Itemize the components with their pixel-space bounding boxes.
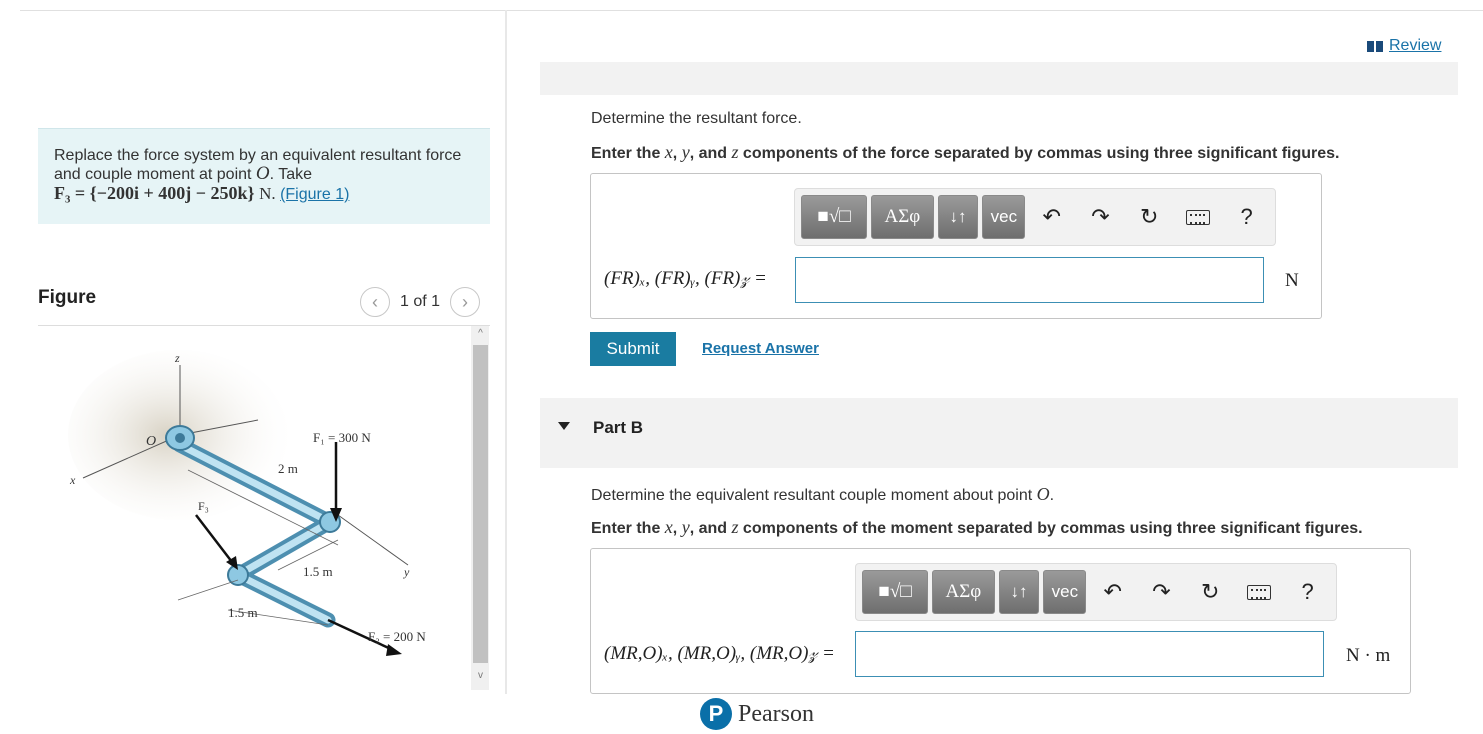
prev-figure-button[interactable]: ‹ (360, 287, 390, 317)
part-b-question-pre: Determine the equivalent resultant coupl… (591, 487, 1037, 504)
scroll-up-arrow[interactable]: ^ (473, 328, 488, 342)
force-equation: F₃ = {−200i + 400j − 250k} (54, 183, 255, 203)
part-a-answer-input[interactable] (795, 257, 1264, 303)
instr-b-x: x (664, 517, 673, 537)
figure-image: z x y O F₁ = 300 N F₂ = 200 N F₃ 2 m 1.5… (38, 330, 470, 690)
redo-icon[interactable]: ↷ (1078, 195, 1123, 239)
instr-a-x: x (664, 142, 673, 162)
part-b-unit: N · m (1346, 645, 1391, 666)
force-f2-head (386, 644, 402, 656)
scroll-down-arrow[interactable]: v (473, 670, 488, 684)
problem-line-2: and couple moment at point O. Take (54, 163, 474, 184)
pager-count: 1 of 1 (400, 293, 441, 310)
figure-title: Figure (38, 287, 97, 308)
part-b-question-point: O (1036, 484, 1050, 504)
pearson-logo-icon: P (700, 698, 732, 730)
part-a-question: Determine the resultant force. (591, 110, 802, 127)
part-b-question: Determine the equivalent resultant coupl… (591, 484, 1054, 505)
instr-b-post: components of the moment separated by co… (738, 520, 1363, 537)
part-a-answer-label: (FR)ₓ, (FR)ᵧ, (FR)𝓏 = (604, 268, 767, 289)
undo-icon[interactable]: ↶ (1090, 570, 1135, 614)
keyboard-icon[interactable] (1176, 195, 1221, 239)
book-icon (1367, 40, 1383, 52)
label-origin: O (146, 434, 156, 449)
figure-link[interactable]: (Figure 1) (280, 186, 349, 203)
scrollbar-thumb[interactable] (473, 345, 488, 663)
help-button[interactable]: ? (1224, 195, 1269, 239)
collapse-triangle-icon[interactable] (558, 422, 570, 430)
reset-icon[interactable]: ↻ (1188, 570, 1233, 614)
problem-line-2-suffix: . Take (269, 166, 313, 183)
label-f3: F₃ (198, 499, 209, 513)
part-b-math-toolbar: ■√□ ΑΣφ ↓↑ vec ↶ ↷ ↻ ? (855, 563, 1337, 621)
part-b-title[interactable]: Part B (593, 418, 643, 438)
part-b-answer-label: (MR,O)ₓ, (MR,O)ᵧ, (MR,O)𝓏 = (604, 643, 835, 664)
figure-rule (38, 325, 490, 326)
part-a-math-toolbar: ■√□ ΑΣφ ↓↑ vec ↶ ↷ ↻ ? (794, 188, 1276, 246)
part-b-header-band[interactable] (540, 398, 1458, 468)
part-a-header-band (540, 62, 1458, 95)
label-y: y (403, 565, 410, 579)
top-border (20, 10, 1483, 11)
pearson-brand[interactable]: P Pearson (700, 698, 814, 730)
vec-button[interactable]: vec (982, 195, 1026, 239)
sort-button-b[interactable]: ↓↑ (998, 570, 1040, 614)
label-dim-1-5m-b: 1.5 m (228, 605, 258, 620)
help-button-b[interactable]: ? (1285, 570, 1330, 614)
next-figure-button[interactable]: › (450, 287, 481, 317)
undo-icon[interactable]: ↶ (1029, 195, 1074, 239)
review-label: Review (1389, 37, 1442, 54)
label-f1: F₁ = 300 N (313, 430, 371, 445)
pipe-assembly-diagram: z x y O F₁ = 300 N F₂ = 200 N F₃ 2 m 1.5… (68, 350, 426, 656)
part-b-answer-input[interactable] (855, 631, 1324, 677)
force-f3-arrow (195, 514, 233, 563)
greek-symbols-button-b[interactable]: ΑΣφ (932, 570, 995, 614)
problem-point: O (255, 163, 270, 184)
label-f2: F₂ = 200 N (368, 629, 426, 644)
problem-line-3: F₃ = {−200i + 400j − 250k} N. (Figure 1) (54, 184, 474, 204)
equation-unit: N. (259, 184, 276, 203)
greek-symbols-button[interactable]: ΑΣφ (871, 195, 934, 239)
sort-button[interactable]: ↓↑ (937, 195, 979, 239)
label-dim-1-5m-a: 1.5 m (303, 564, 333, 579)
instr-b-sep1: , (672, 520, 682, 537)
instr-a-y: y (681, 142, 690, 162)
instr-a-sep2: , and (689, 145, 732, 162)
submit-button[interactable]: Submit (590, 332, 676, 366)
flange-center (175, 433, 185, 443)
pearson-wordmark: Pearson (738, 700, 814, 727)
instr-a-post: components of the force separated by com… (738, 145, 1340, 162)
reset-icon[interactable]: ↻ (1127, 195, 1172, 239)
redo-icon[interactable]: ↷ (1139, 570, 1184, 614)
problem-statement: Replace the force system by an equivalen… (38, 128, 490, 224)
review-link[interactable]: Review (1367, 37, 1441, 55)
instr-b-sep2: , and (689, 520, 732, 537)
templates-button[interactable]: ■√□ (801, 195, 868, 239)
vec-button-b[interactable]: vec (1043, 570, 1087, 614)
instr-b-y: y (681, 517, 690, 537)
chevron-left-icon: ‹ (372, 291, 378, 312)
request-answer-link[interactable]: Request Answer (702, 340, 819, 357)
part-a-instruction: Enter the x, y, and z components of the … (591, 142, 1340, 163)
label-x: x (69, 473, 76, 487)
part-b-instruction: Enter the x, y, and z components of the … (591, 517, 1363, 538)
instr-b-pre: Enter the (591, 520, 665, 537)
templates-button-b[interactable]: ■√□ (862, 570, 929, 614)
part-b-question-post: . (1049, 487, 1055, 504)
instr-a-pre: Enter the (591, 145, 665, 162)
instr-a-sep1: , (672, 145, 682, 162)
part-a-unit: N (1285, 270, 1299, 291)
figure-pager: ‹ 1 of 1 › (360, 287, 481, 317)
label-z: z (174, 351, 180, 365)
y-axis (337, 514, 409, 566)
chevron-right-icon: › (462, 291, 469, 312)
pane-divider[interactable] (505, 10, 507, 694)
label-dim-2m: 2 m (278, 461, 298, 476)
dim-line-3 (177, 579, 239, 601)
keyboard-icon[interactable] (1237, 570, 1282, 614)
problem-line-2-prefix: and couple moment at point (54, 166, 256, 183)
